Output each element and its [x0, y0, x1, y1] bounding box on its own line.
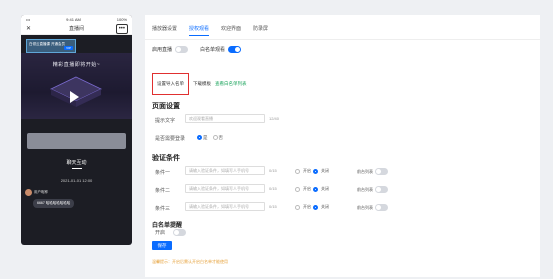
condition-2-show-toggle[interactable]	[375, 186, 388, 193]
condition-1-show-toggle[interactable]	[375, 168, 388, 175]
condition-2-close-radio[interactable]	[313, 186, 318, 192]
condition-3-open-radio[interactable]	[295, 204, 300, 210]
mode-row: 设置导入名单 下载模板 查看白名单列表	[152, 73, 247, 95]
chat-time: 2021-01-01 12:00	[60, 178, 93, 183]
settings-tabs: 播放器设置 授权观看 欢迎界面 防录屏	[152, 25, 268, 32]
warning-hint: 温馨提示：开启后需认开启白名单才能使用	[152, 259, 228, 264]
condition-1-close-label: 关闭	[321, 168, 329, 173]
video-caption: 精彩直播即将开始~	[52, 62, 101, 68]
chat-tab[interactable]: 聊天互动	[21, 159, 132, 169]
chat-user-name: 用户昵称	[34, 190, 48, 194]
battery-indicator: 100%	[116, 16, 127, 22]
condition-2-count: 0/15	[269, 186, 277, 191]
condition-1-radios: 开启 关闭	[295, 168, 329, 174]
condition-1-label: 条件一	[155, 170, 171, 176]
condition-1-show-label: 前台列表	[357, 168, 373, 174]
tab-anti-recording[interactable]: 防录屏	[253, 25, 268, 32]
tab-authorized-viewing[interactable]: 授权观看	[189, 25, 209, 32]
settings-panel: 播放器设置 授权观看 欢迎界面 防录屏 启用直播 白名单观看 设置导入名单 下载…	[145, 15, 540, 277]
vip-button[interactable]: VIP	[64, 46, 73, 50]
tab-welcome[interactable]: 欢迎界面	[221, 25, 241, 32]
notice-bar	[27, 133, 126, 149]
login-yes-label: 是	[203, 135, 208, 140]
divider	[145, 39, 540, 40]
import-list-button[interactable]: 设置导入名单	[152, 73, 189, 95]
whitelist-remind-row: 开启	[155, 229, 187, 236]
condition-3-show-label: 前台列表	[357, 204, 373, 210]
view-whitelist-link[interactable]: 查看白名单列表	[215, 81, 247, 87]
toggle-row: 启用直播 白名单观看	[152, 46, 242, 53]
user-avatar	[25, 244, 34, 245]
condition-3-count: 0/15	[269, 204, 277, 209]
login-no-label: 否	[218, 135, 224, 140]
condition-1-close-radio[interactable]	[313, 168, 318, 174]
whitelist-label: 白名单观看	[200, 47, 226, 53]
save-button[interactable]: 保存	[152, 241, 172, 250]
condition-2-open-radio[interactable]	[295, 186, 300, 192]
vip-banner[interactable]: 白领云直播课 开通会员 VIP	[26, 39, 76, 53]
page-settings-heading: 页面设置	[152, 103, 180, 110]
condition-2-show-label: 前台列表	[357, 186, 373, 192]
login-radio-group: 是 否	[197, 135, 223, 141]
prompt-count: 12/40	[269, 116, 280, 121]
chat-message: 6667 哈哈哈哈哈哈哈	[33, 199, 75, 208]
prompt-input[interactable]: 欢迎观看直播	[185, 114, 265, 123]
heart-icon[interactable]: ♥	[119, 244, 128, 245]
condition-3-show: 前台列表	[357, 204, 388, 211]
vip-banner-text: 白领云直播课 开通会员	[29, 42, 65, 46]
condition-2-show: 前台列表	[357, 186, 388, 193]
condition-2-close-label: 关闭	[321, 186, 329, 191]
play-icon[interactable]	[70, 91, 79, 103]
prompt-label: 提示文字	[155, 118, 176, 124]
condition-3-close-radio[interactable]	[313, 204, 318, 210]
enable-toggle[interactable]	[175, 46, 189, 53]
more-icon[interactable]: •••	[115, 24, 128, 34]
condition-3-close-label: 关闭	[321, 204, 329, 209]
whitelist-remind-label: 开启	[155, 230, 166, 236]
status-bar: ••• 9:41 AM 100%	[21, 15, 132, 23]
condition-3-show-toggle[interactable]	[375, 204, 388, 211]
condition-2-radios: 开启 关闭	[295, 186, 329, 192]
condition-1-open-label: 开启	[303, 168, 311, 173]
signal-indicator: •••	[26, 16, 31, 22]
phone-preview: ••• 9:41 AM 100% ✕ 直播间 ••• 白领云直播课 开通会员 V…	[21, 15, 132, 245]
radio-yes[interactable]	[197, 135, 202, 141]
login-no[interactable]: 否	[212, 135, 224, 141]
verify-heading: 验证条件	[152, 155, 180, 162]
condition-3-open-label: 开启	[303, 204, 311, 209]
condition-3-radios: 开启 关闭	[295, 204, 329, 210]
whitelist-remind-toggle[interactable]	[173, 229, 187, 236]
condition-2-input[interactable]: 请输入验证条件，如填写人手机号	[185, 184, 265, 193]
download-template-link[interactable]: 下载模板	[193, 81, 211, 87]
chat-user: 用户昵称	[25, 189, 48, 196]
tab-player-settings[interactable]: 播放器设置	[152, 25, 177, 32]
chat-input-row: ♥	[25, 243, 128, 245]
phone-titlebar: ✕ 直播间 •••	[21, 23, 132, 35]
condition-3-label: 条件三	[155, 206, 171, 212]
login-label: 是否需要登录	[155, 136, 186, 142]
active-tab-indicator	[189, 35, 209, 36]
condition-1-open-radio[interactable]	[295, 168, 300, 174]
condition-2-open-label: 开启	[303, 186, 311, 191]
radio-no[interactable]	[212, 135, 218, 141]
condition-3-input[interactable]: 请输入验证条件，如填写人手机号	[185, 202, 265, 211]
condition-2-label: 条件二	[155, 188, 171, 194]
avatar	[25, 189, 32, 196]
status-time: 9:41 AM	[66, 16, 81, 22]
video-player[interactable]: 精彩直播即将开始~	[21, 53, 132, 119]
condition-1-count: 0/15	[269, 168, 277, 173]
whitelist-remind-heading: 白名单提醒	[152, 223, 183, 229]
login-yes[interactable]: 是	[197, 135, 208, 141]
close-icon[interactable]: ✕	[26, 25, 31, 32]
enable-label: 启用直播	[152, 47, 173, 53]
phone-title: 直播间	[68, 26, 84, 32]
condition-1-show: 前台列表	[357, 168, 388, 175]
condition-1-input[interactable]: 请输入验证条件，如填写人手机号	[185, 166, 265, 175]
whitelist-toggle[interactable]	[228, 46, 242, 53]
